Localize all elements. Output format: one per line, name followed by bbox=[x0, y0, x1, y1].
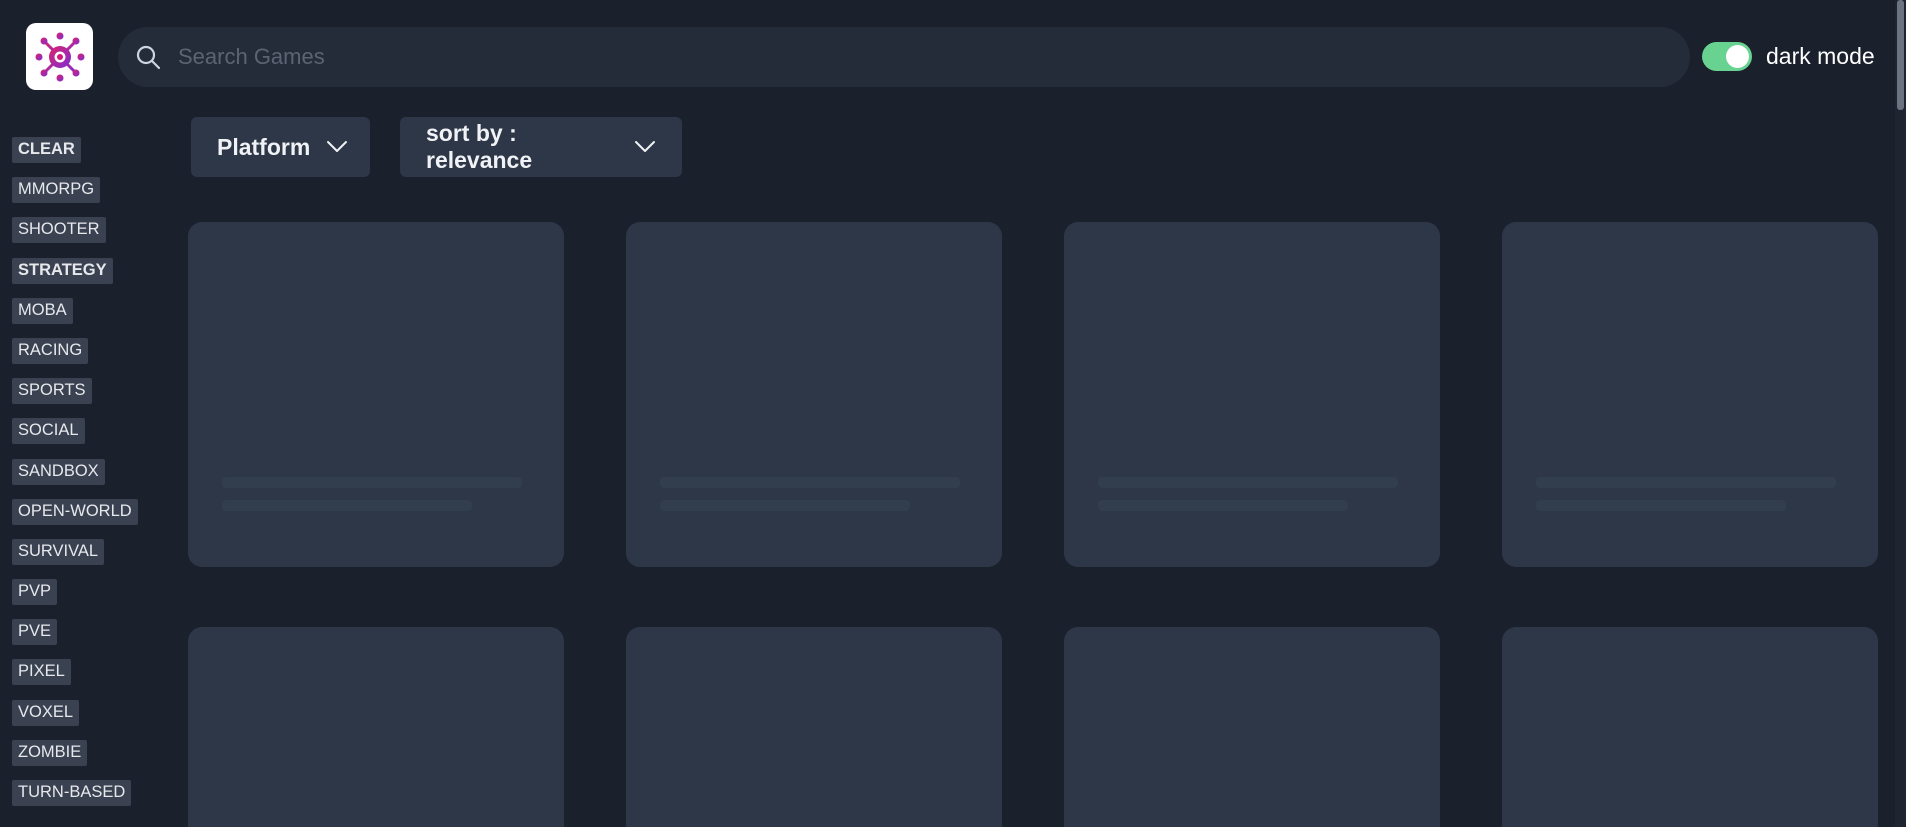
category-social[interactable]: SOCIAL bbox=[12, 418, 85, 445]
page-scrollbar[interactable] bbox=[1895, 0, 1906, 827]
skeleton-text-line bbox=[1536, 477, 1836, 488]
category-list: CLEAR MMORPG SHOOTER STRATEGY MOBA RACIN… bbox=[12, 137, 152, 820]
category-survival[interactable]: SURVIVAL bbox=[12, 538, 105, 565]
sort-dropdown-label: sort by : relevance bbox=[426, 120, 533, 173]
skeleton-text-line bbox=[1536, 500, 1786, 511]
toggle-knob bbox=[1726, 45, 1749, 68]
search-bar[interactable] bbox=[118, 27, 1690, 87]
game-card-skeleton[interactable] bbox=[626, 627, 1002, 827]
platform-dropdown[interactable]: Platform bbox=[191, 117, 370, 177]
category-mmorpg[interactable]: MMORPG bbox=[12, 177, 101, 204]
category-sports[interactable]: SPORTS bbox=[12, 378, 92, 405]
category-strategy[interactable]: STRATEGY bbox=[12, 257, 113, 284]
game-card-skeleton[interactable] bbox=[1502, 222, 1878, 567]
sort-dropdown[interactable]: sort by : relevance bbox=[400, 117, 682, 177]
category-racing[interactable]: RACING bbox=[12, 337, 89, 364]
category-pve[interactable]: PVE bbox=[12, 619, 58, 646]
category-pvp[interactable]: PVP bbox=[12, 579, 58, 606]
category-sandbox[interactable]: SANDBOX bbox=[12, 458, 105, 485]
platform-dropdown-label: Platform bbox=[217, 133, 311, 160]
category-zombie[interactable]: ZOMBIE bbox=[12, 739, 88, 766]
chevron-down-icon bbox=[634, 140, 656, 154]
category-shooter[interactable]: SHOOTER bbox=[12, 217, 106, 244]
skeleton-text-line bbox=[1098, 477, 1398, 488]
skeleton-text-line bbox=[222, 477, 522, 488]
category-clear[interactable]: CLEAR bbox=[12, 137, 81, 163]
game-card-skeleton[interactable] bbox=[1502, 627, 1878, 827]
dark-mode-toggle[interactable] bbox=[1702, 42, 1752, 71]
category-open-world[interactable]: OPEN-WORLD bbox=[12, 498, 138, 525]
category-pixel[interactable]: PIXEL bbox=[12, 659, 71, 686]
virus-icon bbox=[35, 32, 84, 81]
category-turn-based[interactable]: TURN-BASED bbox=[12, 780, 132, 806]
chevron-down-icon bbox=[326, 140, 348, 154]
app-logo[interactable] bbox=[26, 23, 93, 90]
game-card-skeleton[interactable] bbox=[188, 222, 564, 567]
game-card-skeleton[interactable] bbox=[1064, 627, 1440, 827]
dark-mode-toggle-group: dark mode bbox=[1702, 42, 1875, 71]
dark-mode-label: dark mode bbox=[1766, 43, 1875, 69]
game-card-skeleton[interactable] bbox=[1064, 222, 1440, 567]
category-moba[interactable]: MOBA bbox=[12, 297, 73, 324]
skeleton-text-line bbox=[1098, 500, 1348, 511]
category-voxel[interactable]: VOXEL bbox=[12, 699, 80, 726]
search-input[interactable] bbox=[178, 44, 1690, 70]
scrollbar-thumb[interactable] bbox=[1897, 0, 1904, 110]
search-icon bbox=[134, 43, 162, 71]
game-card-skeleton[interactable] bbox=[188, 627, 564, 827]
skeleton-text-line bbox=[660, 500, 910, 511]
skeleton-text-line bbox=[660, 477, 960, 488]
game-card-skeleton[interactable] bbox=[626, 222, 1002, 567]
skeleton-text-line bbox=[222, 500, 472, 511]
